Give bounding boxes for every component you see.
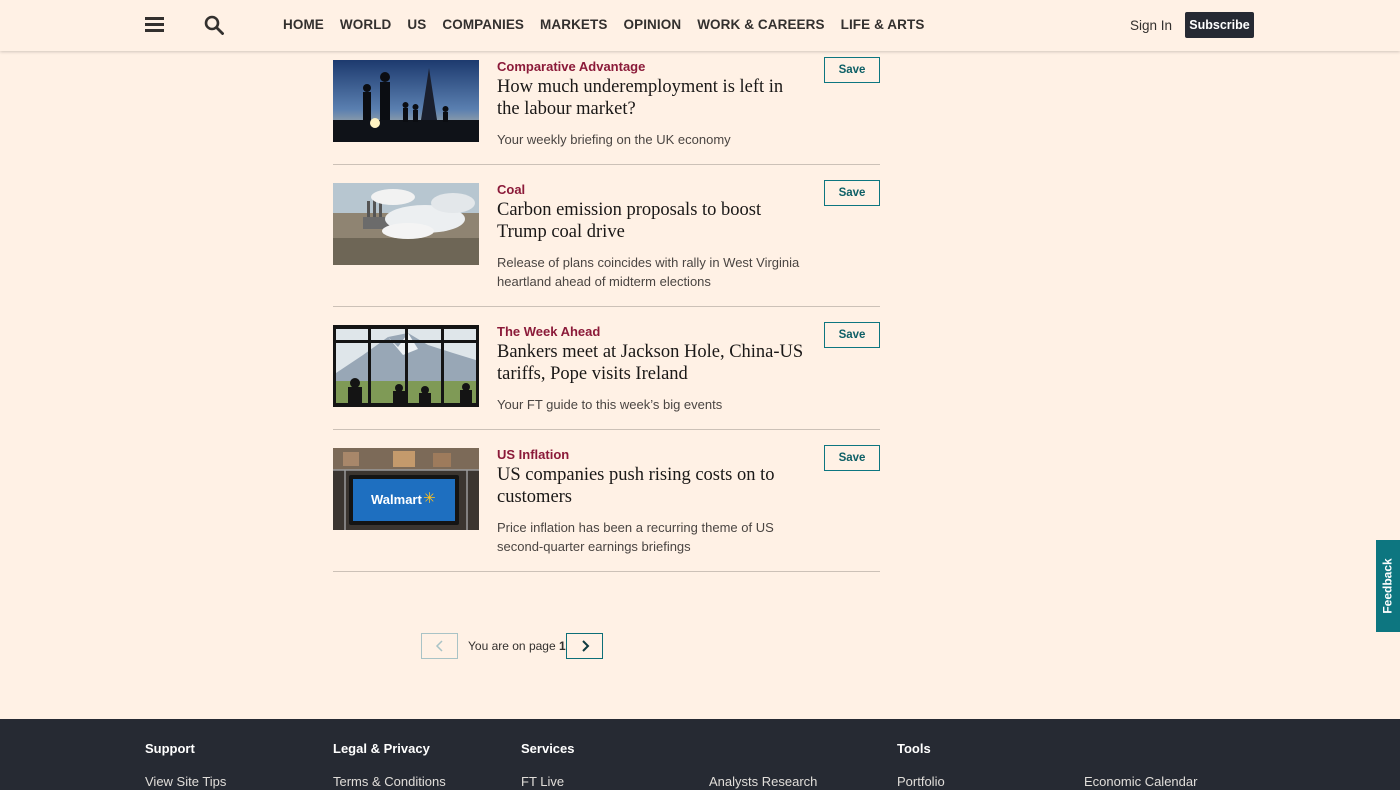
spark-icon: ✳ xyxy=(423,489,436,507)
article-headline[interactable]: Bankers meet at Jackson Hole, China-US t… xyxy=(497,341,807,385)
footer-link-view-site-tips[interactable]: View Site Tips xyxy=(145,774,226,789)
footer-heading-tools: Tools xyxy=(897,741,931,756)
save-button[interactable]: Save xyxy=(824,57,880,83)
next-page-button[interactable] xyxy=(566,633,603,659)
save-button[interactable]: Save xyxy=(824,180,880,206)
chevron-right-icon xyxy=(581,640,589,652)
chevron-left-icon xyxy=(435,640,443,652)
main-nav: HOME WORLD US COMPANIES MARKETS OPINION … xyxy=(283,17,940,32)
article-headline[interactable]: How much underemployment is left in the … xyxy=(497,76,807,120)
article-tag[interactable]: The Week Ahead xyxy=(497,324,600,339)
footer-link-analysts-research[interactable]: Analysts Research xyxy=(709,774,817,789)
site-header: HOME WORLD US COMPANIES MARKETS OPINION … xyxy=(0,0,1400,51)
nav-home[interactable]: HOME xyxy=(283,17,324,32)
article-tag[interactable]: Coal xyxy=(497,182,525,197)
search-icon[interactable] xyxy=(204,15,225,36)
site-footer: Support Legal & Privacy Services Tools V… xyxy=(0,719,1400,790)
nav-us[interactable]: US xyxy=(407,17,426,32)
article-standfirst: Release of plans coincides with rally in… xyxy=(497,255,800,289)
article-standfirst: Price inflation has been a recurring the… xyxy=(497,520,774,554)
article-headline[interactable]: US companies push rising costs on to cus… xyxy=(497,464,807,508)
save-button[interactable]: Save xyxy=(824,445,880,471)
footer-heading-support: Support xyxy=(145,741,195,756)
menu-icon[interactable] xyxy=(145,17,164,32)
nav-work-careers[interactable]: WORK & CAREERS xyxy=(697,17,824,32)
footer-heading-services: Services xyxy=(521,741,575,756)
previous-page-button[interactable] xyxy=(421,633,458,659)
list-item: Coal Carbon emission proposals to boost … xyxy=(333,164,880,307)
list-item: Comparative Advantage How much underempl… xyxy=(333,51,880,165)
list-item: Walmart ✳ US Inflation US companies push… xyxy=(333,429,880,572)
article-standfirst: Your weekly briefing on the UK economy xyxy=(497,132,731,147)
footer-link-ft-live[interactable]: FT Live xyxy=(521,774,564,789)
article-tag[interactable]: US Inflation xyxy=(497,447,569,462)
article-standfirst: Your FT guide to this week’s big events xyxy=(497,397,723,412)
article-image[interactable] xyxy=(333,60,479,142)
walmart-sign-text: Walmart xyxy=(371,492,422,507)
pagination-label: You are on page xyxy=(468,639,556,653)
nav-life-arts[interactable]: LIFE & ARTS xyxy=(841,17,925,32)
footer-link-portfolio[interactable]: Portfolio xyxy=(897,774,945,789)
article-image[interactable] xyxy=(333,183,479,265)
nav-companies[interactable]: COMPANIES xyxy=(442,17,524,32)
article-tag[interactable]: Comparative Advantage xyxy=(497,59,645,74)
nav-world[interactable]: WORLD xyxy=(340,17,392,32)
pagination-status: You are on page 1 xyxy=(468,639,566,653)
article-image[interactable]: Walmart ✳ xyxy=(333,448,479,530)
current-page-number: 1 xyxy=(558,639,566,653)
sign-in-link[interactable]: Sign In xyxy=(1130,18,1172,33)
footer-link-economic-calendar[interactable]: Economic Calendar xyxy=(1084,774,1197,789)
feedback-tab[interactable]: Feedback xyxy=(1376,540,1400,632)
subscribe-button[interactable]: Subscribe xyxy=(1185,12,1254,38)
footer-heading-legal-privacy: Legal & Privacy xyxy=(333,741,430,756)
nav-markets[interactable]: MARKETS xyxy=(540,17,607,32)
save-button[interactable]: Save xyxy=(824,322,880,348)
article-image[interactable] xyxy=(333,325,479,407)
article-headline[interactable]: Carbon emission proposals to boost Trump… xyxy=(497,199,807,243)
footer-link-terms-conditions[interactable]: Terms & Conditions xyxy=(333,774,446,789)
nav-opinion[interactable]: OPINION xyxy=(623,17,681,32)
list-item: The Week Ahead Bankers meet at Jackson H… xyxy=(333,306,880,430)
feedback-label: Feedback xyxy=(1381,558,1396,614)
